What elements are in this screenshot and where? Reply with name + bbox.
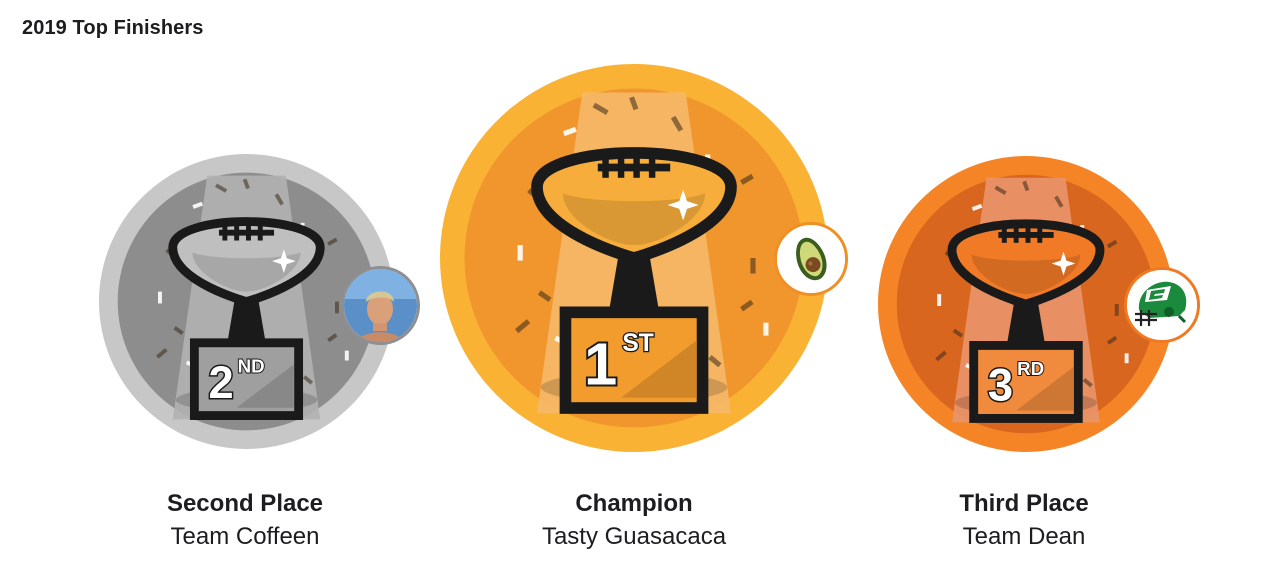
section-title: 2019 Top Finishers [22, 17, 204, 39]
confetti-piece [517, 245, 523, 261]
rank-number-second: 2 [209, 357, 234, 408]
team-avatar-first[interactable] [774, 222, 848, 296]
team-avatar-second[interactable] [341, 266, 420, 345]
confetti-piece [750, 258, 756, 274]
football-helmet-icon [1127, 270, 1197, 340]
confetti-piece [158, 291, 162, 304]
rank-suffix-first: ST [622, 330, 653, 357]
team-name-second[interactable]: Team Coffeen [85, 520, 405, 553]
rank-suffix-second: ND [238, 355, 265, 376]
place-label-first: Champion [575, 490, 693, 517]
place-label-third: Third Place [959, 490, 1089, 517]
confetti-piece [937, 294, 942, 306]
confetti-piece [763, 322, 769, 336]
rank-number-third: 3 [988, 360, 1013, 411]
confetti-piece [344, 350, 349, 361]
trophy-badge-first: 1 ST [440, 64, 828, 452]
confetti-piece [1114, 304, 1119, 316]
confetti-piece [335, 301, 339, 314]
confetti-piece [1124, 353, 1129, 364]
rank-number-first: 1 [584, 331, 617, 398]
rank-suffix-third: RD [1017, 358, 1044, 379]
place-label-second: Second Place [166, 490, 324, 517]
team-name-third[interactable]: Team Dean [864, 520, 1184, 553]
person-photo-icon [344, 269, 417, 342]
team-avatar-third[interactable] [1124, 267, 1200, 343]
avocado-icon [777, 225, 845, 293]
team-name-first[interactable]: Tasty Guasacaca [474, 520, 794, 553]
